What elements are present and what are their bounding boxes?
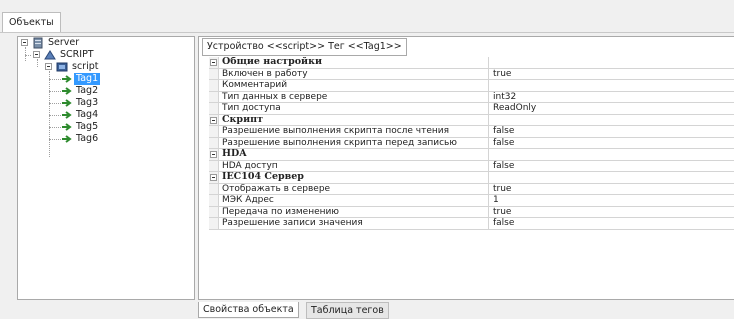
property-name: Разрешение выполнения скрипта после чтен… xyxy=(219,126,489,137)
network-icon xyxy=(44,49,56,61)
tag-arrow-icon xyxy=(61,73,73,85)
property-value[interactable]: false xyxy=(489,218,734,229)
device-icon xyxy=(56,61,68,73)
property-row[interactable]: МЭК Адрес 1 xyxy=(209,195,734,207)
property-name: HDA доступ xyxy=(219,160,489,171)
tag-arrow-icon xyxy=(61,121,73,133)
property-name: Передача по изменению xyxy=(219,206,489,217)
collapse-icon[interactable] xyxy=(21,39,28,46)
collapse-icon[interactable] xyxy=(210,116,217,124)
property-panel: Устройство <<script>> Тег <<Tag1>> Общие… xyxy=(198,36,734,300)
property-name: Включен в работу xyxy=(219,68,489,79)
property-row[interactable]: Отображать в сервере true xyxy=(209,183,734,195)
tag-arrow-icon xyxy=(61,97,73,109)
collapse-icon[interactable] xyxy=(210,174,217,181)
property-row[interactable]: Разрешение выполнения скрипта после чтен… xyxy=(209,126,734,138)
property-value[interactable]: int32 xyxy=(489,92,734,103)
category-general[interactable]: Общие настройки xyxy=(209,57,734,69)
property-name: Отображать в сервере xyxy=(219,183,489,194)
property-name: Тип данных в сервере xyxy=(219,91,489,102)
property-name: Комментарий xyxy=(219,80,489,91)
property-value[interactable]: ReadOnly xyxy=(489,103,734,114)
tag-arrow-icon xyxy=(61,133,73,145)
property-row[interactable]: Комментарий xyxy=(209,80,734,92)
tab-object-properties[interactable]: Свойства объекта xyxy=(198,302,299,318)
property-value[interactable]: true xyxy=(489,69,734,80)
collapse-icon[interactable] xyxy=(33,51,40,58)
category-hda[interactable]: HDA xyxy=(209,149,734,161)
property-name: Разрешение записи значения xyxy=(219,218,489,229)
property-value[interactable]: false xyxy=(489,126,734,137)
property-name: Тип доступа xyxy=(219,103,489,114)
collapse-icon[interactable] xyxy=(210,59,217,66)
property-row[interactable]: Разрешение выполнения скрипта перед запи… xyxy=(209,137,734,149)
category-iec104[interactable]: IEC104 Сервер xyxy=(209,172,734,184)
breadcrumb: Устройство <<script>> Тег <<Tag1>> xyxy=(202,38,407,56)
property-row[interactable]: Тип данных в сервере int32 xyxy=(209,91,734,103)
bottom-tabbar: Свойства объекта Таблица тегов xyxy=(198,300,734,319)
top-tabbar: Объекты xyxy=(0,0,734,36)
property-row[interactable]: Разрешение записи значения false xyxy=(209,218,734,230)
property-row[interactable]: Включен в работу true xyxy=(209,68,734,80)
object-tree: Server SCRIPT script Tag1 Tag2 Tag3 Tag4… xyxy=(17,36,195,300)
tag-arrow-icon xyxy=(61,85,73,97)
collapse-icon[interactable] xyxy=(210,151,217,158)
property-value[interactable]: true xyxy=(489,184,734,195)
property-value[interactable]: false xyxy=(489,161,734,172)
server-icon xyxy=(32,37,44,49)
tab-tag-table[interactable]: Таблица тегов xyxy=(306,302,389,319)
property-name: Разрешение выполнения скрипта перед запи… xyxy=(219,137,489,148)
tag-arrow-icon xyxy=(61,109,73,121)
property-grid: Общие настройки Включен в работу true Ко… xyxy=(209,57,734,230)
property-value[interactable]: false xyxy=(489,138,734,149)
property-row[interactable]: Тип доступа ReadOnly xyxy=(209,103,734,115)
property-name: МЭК Адрес xyxy=(219,195,489,206)
collapse-icon[interactable] xyxy=(45,63,52,70)
tab-objects[interactable]: Объекты xyxy=(2,12,61,33)
property-row[interactable]: HDA доступ false xyxy=(209,160,734,172)
property-row[interactable]: Передача по изменению true xyxy=(209,206,734,218)
category-script[interactable]: Скрипт xyxy=(209,114,734,126)
property-value[interactable]: true xyxy=(489,207,734,218)
property-value[interactable] xyxy=(489,80,734,91)
property-value[interactable]: 1 xyxy=(489,195,734,206)
